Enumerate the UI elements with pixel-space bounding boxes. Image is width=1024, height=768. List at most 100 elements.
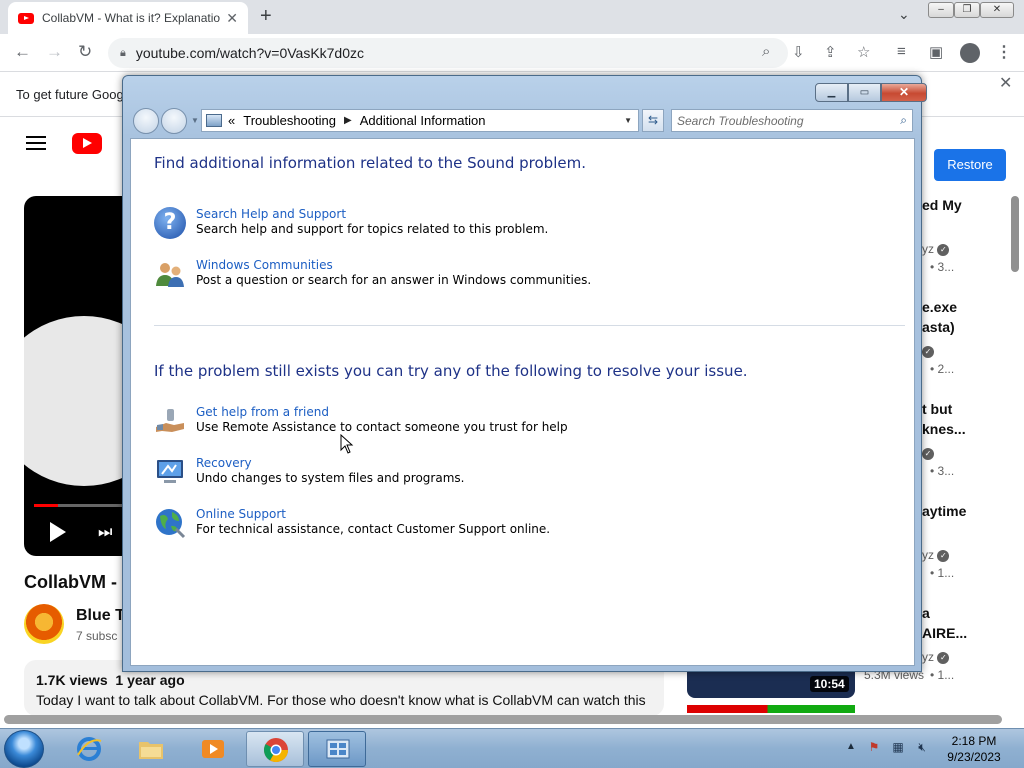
taskbar-media-player[interactable] [184, 731, 242, 767]
show-hidden-icons[interactable]: ▲ [846, 741, 856, 752]
reload-icon[interactable]: ↻ [78, 42, 92, 62]
video-player[interactable]: ⏭ [24, 196, 124, 556]
rec-title-fragment[interactable]: asta) [922, 319, 955, 335]
breadcrumb-overflow[interactable]: « [228, 113, 235, 128]
window-minimize-button[interactable]: – [928, 2, 954, 18]
rec-meta-fragment: • 3... [930, 464, 955, 478]
rec-title-fragment[interactable]: ed My [922, 197, 962, 213]
install-icon[interactable]: ⇩ [792, 43, 805, 61]
list-item-recovery[interactable]: Recovery Undo changes to system files an… [154, 456, 854, 492]
section-heading-info: Find additional information related to t… [154, 154, 586, 172]
new-tab-icon[interactable]: + [260, 5, 272, 28]
rec-title-fragment[interactable]: e.exe [922, 299, 957, 315]
recent-pages-chevron-icon[interactable]: ▼ [191, 116, 199, 125]
list-item-online-support[interactable]: Online Support For technical assistance,… [154, 507, 854, 543]
clock[interactable]: 2:18 PM 9/23/2023 [936, 733, 1012, 765]
channel-name[interactable]: Blue T [76, 607, 125, 625]
online-support-description: For technical assistance, contact Custom… [196, 522, 551, 536]
list-item-get-help-from-friend[interactable]: Get help from a friend Use Remote Assist… [154, 405, 854, 441]
youtube-logo-icon[interactable] [72, 133, 102, 154]
horizontal-scrollbar[interactable] [4, 715, 1002, 724]
media-player-icon [202, 740, 224, 758]
volume-muted-icon[interactable]: 🔇︎ [914, 740, 930, 756]
breadcrumb-separator-icon[interactable]: ▶ [344, 115, 352, 126]
tab-close-icon[interactable]: ✕ [226, 10, 238, 27]
taskbar-chrome[interactable] [246, 731, 304, 767]
lock-icon: 🔒︎ [120, 46, 126, 59]
video-progress-bar[interactable] [34, 504, 124, 507]
profile-avatar-icon[interactable] [960, 43, 980, 63]
online-support-link[interactable]: Online Support [196, 507, 286, 521]
rec-title-fragment[interactable]: AIRE... [922, 625, 967, 641]
back-icon[interactable]: ← [14, 42, 31, 62]
rec-channel-fragment: yz ✓ [922, 548, 950, 562]
rec-channel-fragment: yz ✓ [922, 242, 950, 256]
channel-avatar[interactable] [24, 604, 64, 644]
address-bar[interactable]: 🔒︎ youtube.com/watch?v=0VasKk7d0zc [108, 38, 788, 68]
window-restore-button[interactable]: ❐ [954, 2, 980, 18]
list-item-windows-communities[interactable]: Windows Communities Post a question or s… [154, 258, 854, 294]
search-icon[interactable]: ⌕ [762, 43, 770, 60]
back-button[interactable] [133, 108, 159, 134]
infobar-close-icon[interactable]: ✕ [999, 73, 1012, 93]
rec-thumbnail[interactable] [687, 705, 855, 713]
dialog-minimize-button[interactable]: ▁ [815, 83, 848, 102]
search-help-link[interactable]: Search Help and Support [196, 207, 346, 221]
troubleshooting-window: ▁ ▭ ✕ ▼ « Troubleshooting ▶ Additional I… [122, 75, 927, 672]
share-icon[interactable]: ⇪ [824, 43, 837, 61]
verified-icon: ✓ [922, 446, 934, 460]
video-frame [24, 316, 124, 486]
refresh-button[interactable]: ⇆ [642, 109, 664, 132]
breadcrumb-item-troubleshooting[interactable]: Troubleshooting [243, 113, 336, 128]
address-dropdown-icon[interactable]: ▼ [624, 116, 632, 125]
browser-tab-strip: CollabVM - What is it? Explanation ✕ + ⌄… [0, 0, 1024, 34]
restore-button[interactable]: Restore [934, 149, 1006, 181]
youtube-favicon-icon [18, 12, 34, 24]
search-icon[interactable]: ⌕ [900, 113, 907, 128]
forward-icon[interactable]: → [46, 42, 63, 62]
tab-search-chevron-icon[interactable]: ⌄ [898, 6, 910, 23]
globe-icon [156, 509, 186, 539]
control-panel-icon [206, 114, 222, 127]
taskbar-explorer[interactable] [122, 731, 180, 767]
bookmark-star-icon[interactable]: ☆ [857, 43, 870, 61]
infobar-text: To get future Goog [16, 87, 124, 102]
page-scrollbar[interactable] [1011, 196, 1019, 272]
channel-subscribers: 7 subsc [76, 629, 118, 643]
get-help-from-friend-description: Use Remote Assistance to contact someone… [196, 420, 568, 434]
windows-communities-link[interactable]: Windows Communities [196, 258, 333, 272]
remote-assistance-icon [156, 409, 184, 432]
list-item-search-help[interactable]: ? Search Help and Support Search help an… [154, 207, 854, 243]
get-help-from-friend-link[interactable]: Get help from a friend [196, 405, 329, 419]
rec-title-fragment[interactable]: aytime [922, 503, 966, 519]
action-center-flag-icon[interactable]: ⚑ [866, 740, 882, 756]
upload-age: 1 year ago [115, 672, 185, 688]
windows-communities-description: Post a question or search for an answer … [196, 273, 592, 287]
taskbar-control-panel[interactable] [308, 731, 366, 767]
clock-date: 9/23/2023 [947, 750, 1001, 764]
menu-icon[interactable] [26, 136, 46, 150]
dialog-maximize-button[interactable]: ▭ [848, 83, 881, 102]
browser-tab[interactable]: CollabVM - What is it? Explanation ✕ [8, 2, 248, 34]
next-icon[interactable]: ⏭ [98, 524, 112, 542]
side-panel-icon[interactable]: ▣ [929, 43, 943, 61]
recovery-link[interactable]: Recovery [196, 456, 252, 470]
rec-title-fragment[interactable]: a [922, 605, 930, 621]
rec-title-fragment[interactable]: t but [922, 401, 952, 417]
search-box[interactable]: ⌕ [671, 109, 913, 132]
breadcrumb-item-additional-information[interactable]: Additional Information [360, 113, 486, 128]
rec-title-fragment[interactable]: knes... [922, 421, 966, 437]
browser-menu-icon[interactable]: ⋮ [996, 42, 1012, 62]
chrome-icon [263, 738, 288, 763]
dialog-close-button[interactable]: ✕ [881, 83, 927, 102]
window-close-button[interactable]: ✕ [980, 2, 1014, 18]
dialog-content: Find additional information related to t… [130, 138, 915, 666]
forward-button[interactable] [161, 108, 187, 134]
play-icon[interactable] [50, 522, 66, 542]
media-control-icon[interactable]: ≡ [897, 43, 906, 60]
search-input[interactable] [672, 110, 882, 131]
taskbar-internet-explorer[interactable] [60, 731, 118, 767]
start-button[interactable] [4, 730, 44, 768]
address-breadcrumb[interactable]: « Troubleshooting ▶ Additional Informati… [201, 109, 639, 132]
network-icon[interactable]: ▦ [890, 740, 906, 756]
